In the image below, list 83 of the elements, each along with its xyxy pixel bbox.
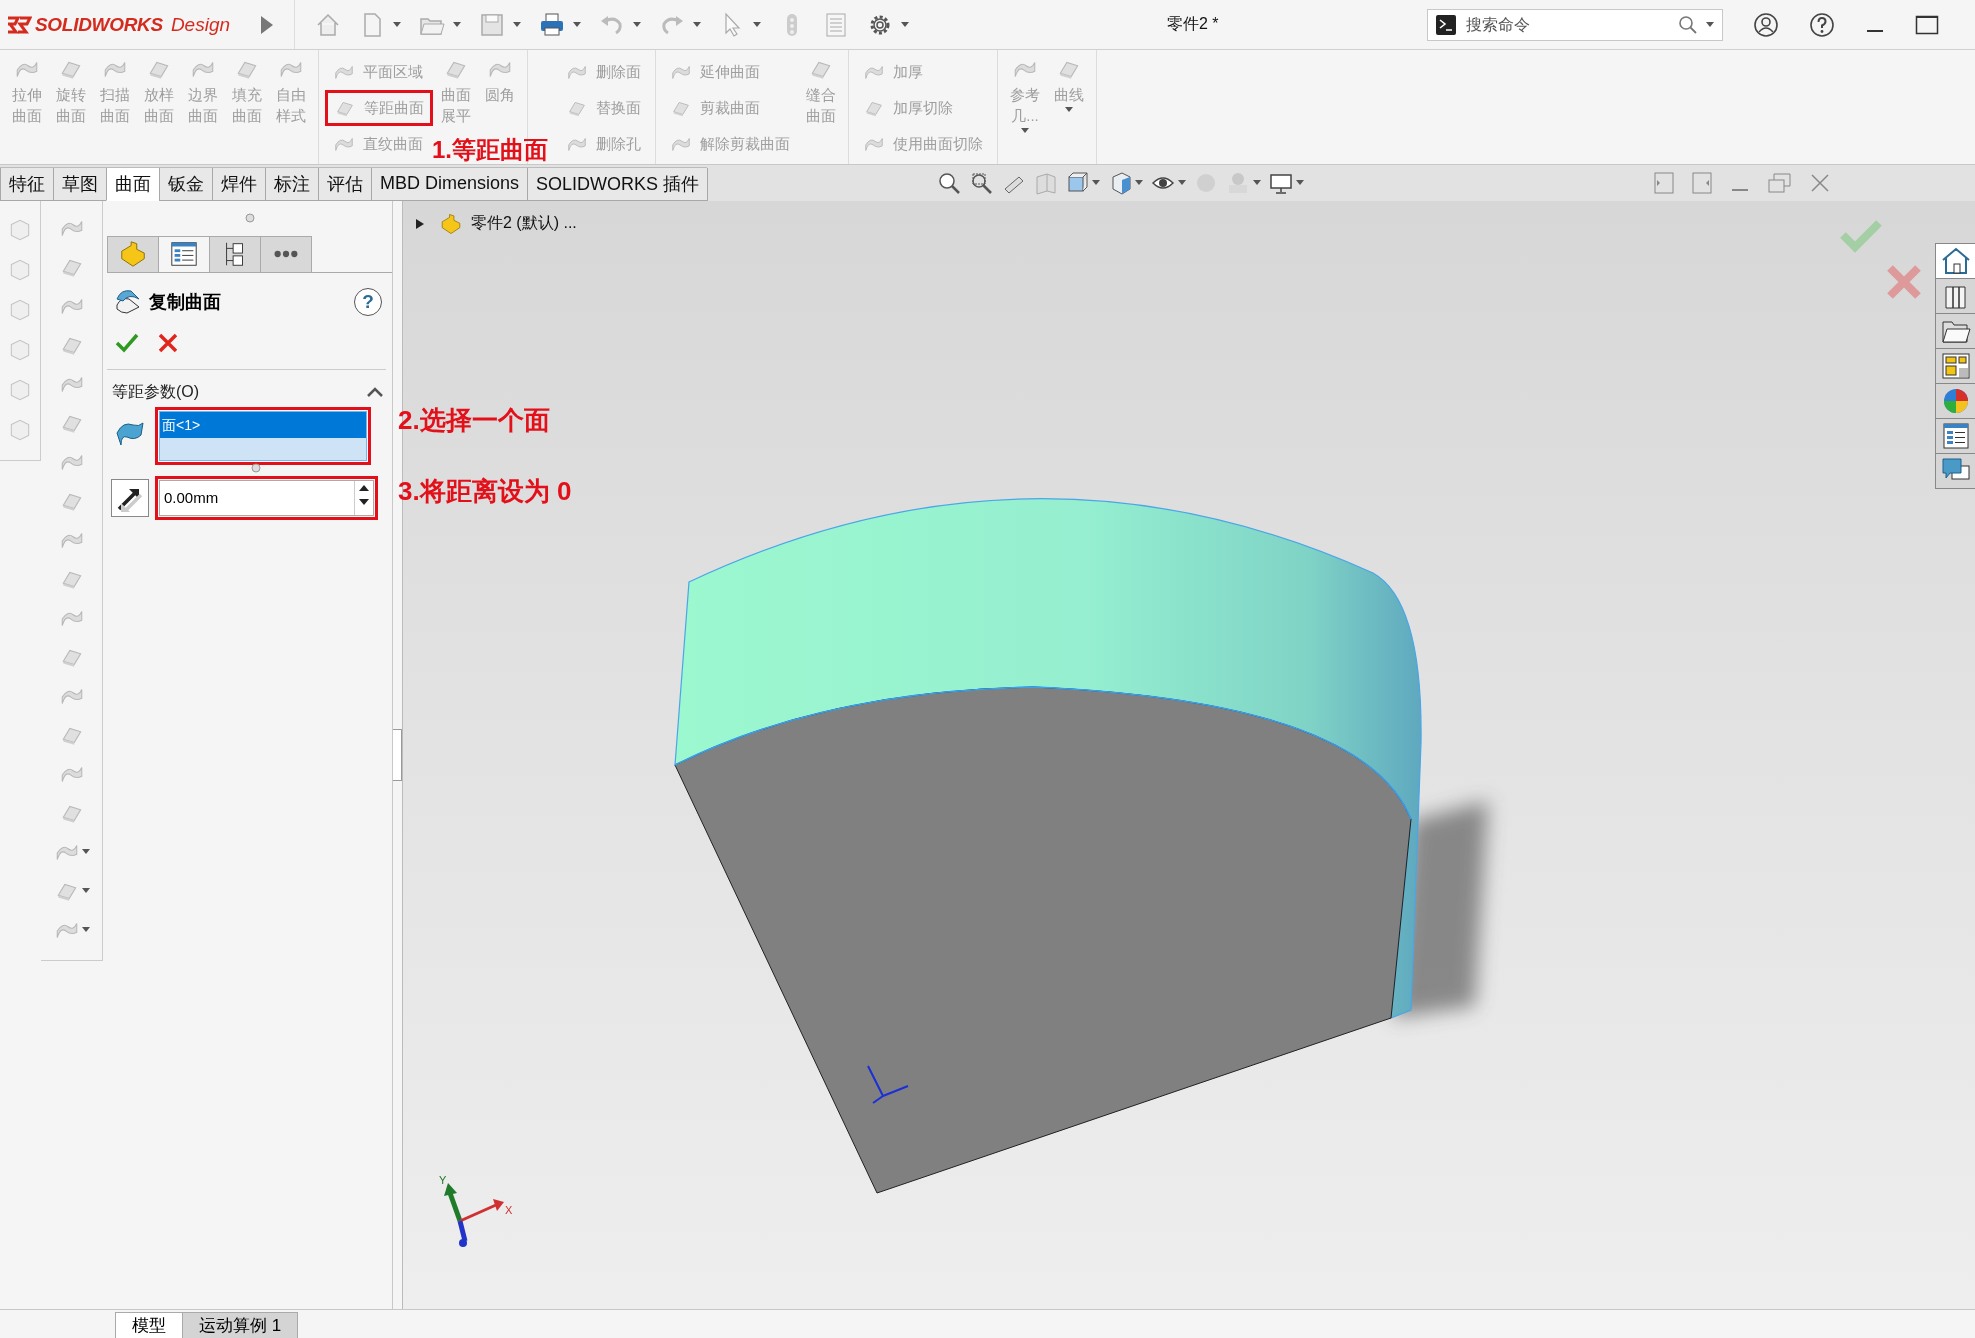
task-pane-tab[interactable] [1935, 417, 1975, 454]
dropdown-caret-icon[interactable] [81, 927, 90, 933]
dropdown-caret-icon[interactable] [573, 22, 581, 27]
task-pane-tab[interactable] [1935, 382, 1975, 419]
command-tab[interactable]: 曲面 [106, 167, 160, 201]
task-pane-tab[interactable] [1935, 452, 1975, 489]
task-pane-tab[interactable] [1935, 242, 1975, 279]
tile-left-icon[interactable] [1654, 171, 1675, 194]
expand-caret-icon[interactable] [415, 217, 425, 230]
search-icon[interactable] [1678, 14, 1698, 35]
property-list-icon [1940, 420, 1971, 451]
help-icon[interactable] [1809, 11, 1835, 38]
model-tab[interactable]: 模型 [115, 1312, 183, 1338]
panel-title: 复制曲面 [149, 290, 222, 314]
command-tab[interactable]: 评估 [318, 167, 372, 201]
tile-right-icon[interactable] [1692, 171, 1713, 194]
close-icon[interactable] [1810, 172, 1831, 193]
dropdown-caret-icon[interactable] [1706, 22, 1714, 27]
annotation-text: 2.选择一个面 [398, 404, 550, 437]
dropdown-caret-icon[interactable] [753, 22, 761, 27]
user-account-icon[interactable] [1753, 11, 1779, 38]
part-icon [118, 239, 148, 270]
command-prompt-icon [1436, 14, 1456, 35]
annotation-text: 1.等距曲面 [432, 135, 548, 165]
list-item[interactable]: 面<1> [160, 411, 366, 438]
reverse-direction-button[interactable] [111, 478, 149, 517]
more-icon [274, 250, 298, 259]
help-button[interactable]: ? [354, 287, 382, 316]
task-pane-tab[interactable] [1935, 277, 1975, 314]
search-field[interactable]: 搜索命令 [1464, 14, 1670, 35]
dropdown-caret-icon[interactable] [513, 22, 521, 27]
zoom-area-icon[interactable] [969, 170, 994, 195]
collapse-chevron-icon[interactable] [366, 386, 384, 399]
dropdown-caret-icon[interactable] [1135, 180, 1144, 186]
dropdown-caret-icon[interactable] [1178, 180, 1187, 186]
maximize-icon[interactable] [1915, 13, 1939, 36]
command-tab[interactable]: SOLIDWORKS 插件 [527, 167, 709, 201]
zoom-to-fit-icon[interactable] [937, 170, 962, 195]
command-tab[interactable]: 焊件 [212, 167, 266, 201]
dropdown-caret-icon[interactable] [693, 22, 701, 27]
annotation-text: 3.将距离设为 0 [398, 475, 572, 508]
axis-triad-icon[interactable] [444, 1182, 504, 1247]
panel-pin-icon[interactable] [244, 212, 255, 223]
axis-label: X [505, 1203, 513, 1216]
dropdown-caret-icon[interactable] [393, 22, 401, 27]
dropdown-caret-icon[interactable] [1253, 180, 1262, 186]
home-icon[interactable] [315, 11, 341, 38]
home-icon [1940, 245, 1971, 276]
origin-triad-icon [867, 1064, 909, 1104]
dropdown-caret-icon[interactable] [81, 888, 90, 894]
view-orientation-icon[interactable] [1065, 170, 1090, 195]
axis-label: Y [439, 1173, 447, 1186]
panel-collapse-handle[interactable] [393, 728, 402, 781]
dropdown-caret-icon[interactable] [81, 849, 90, 855]
panel-tab[interactable] [260, 235, 312, 272]
task-pane-tab[interactable] [1935, 312, 1975, 349]
3d-model-drawing[interactable] [674, 498, 1422, 1194]
brand-name: SOLIDWORKS [35, 13, 163, 36]
print-icon[interactable] [539, 11, 565, 38]
panel-tab[interactable] [209, 235, 261, 272]
tree-item[interactable]: 零件2 (默认) ... [471, 213, 577, 235]
dropdown-caret-icon[interactable] [1296, 180, 1305, 186]
view-palette-icon [1940, 350, 1971, 381]
dropdown-caret-icon[interactable] [633, 22, 641, 27]
save-icon[interactable] [479, 11, 505, 38]
cancel-icon[interactable] [157, 331, 179, 354]
resize-handle-icon[interactable] [250, 462, 261, 473]
command-tab[interactable]: 草图 [53, 167, 107, 201]
document-title: 零件2 * [1167, 14, 1220, 34]
edition-name: Design [170, 13, 231, 36]
dropdown-caret-icon[interactable] [453, 22, 461, 27]
command-tab[interactable]: 钣金 [159, 167, 213, 201]
dropdown-caret-icon[interactable] [1092, 180, 1101, 186]
dropdown-caret-icon[interactable] [901, 22, 909, 27]
expand-menu-icon[interactable] [260, 14, 274, 35]
search-bar[interactable]: 搜索命令 [1427, 8, 1723, 41]
command-tab[interactable]: 标注 [265, 167, 319, 201]
command-tab[interactable]: MBD Dimensions [371, 167, 529, 201]
part-icon [439, 212, 463, 235]
task-pane-tab[interactable] [1935, 347, 1975, 384]
command-tab[interactable]: 特征 [0, 167, 54, 201]
section-title: 等距参数(O) [112, 381, 200, 402]
model-tab[interactable]: 运动算例 1 [182, 1312, 299, 1338]
